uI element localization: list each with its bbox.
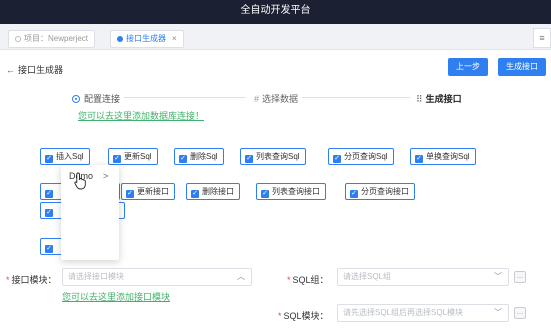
step-generate-api: ⠿ 生成接口	[416, 92, 462, 105]
back-link[interactable]: ← 接口生成器	[6, 63, 63, 76]
checkbox-checked-icon: ✓	[350, 190, 358, 198]
sql-module-select[interactable]: 请先选择SQL组后再选择SQL模块 ﹀	[337, 304, 509, 322]
sql-list-query-checkbox[interactable]: ✓ 列表查询Sql	[240, 148, 306, 165]
prev-step-button[interactable]: 上一步	[448, 58, 488, 76]
api-module-select[interactable]: 请选择接口模块 ︿	[62, 268, 252, 286]
sql-page-query-label: 分页查询Sql	[344, 152, 388, 161]
sql-module-label: * SQL模块：	[278, 309, 329, 322]
sql-group-add-button[interactable]: …	[514, 271, 526, 283]
tab-api-generator[interactable]: 接口生成器 ×	[110, 30, 184, 48]
api-delete-checkbox[interactable]: ✓ 删除接口	[186, 183, 240, 200]
window-title: 全自动开发平台	[240, 5, 311, 16]
step-2-label: 选择数据	[262, 94, 299, 104]
checkbox-checked-icon: ✓	[45, 155, 53, 163]
window-title-bar: 全自动开发平台	[0, 0, 551, 24]
tab-active-dot-icon	[117, 35, 123, 42]
sql-single-query-checkbox[interactable]: ✓ 单换查询Sql	[410, 148, 476, 165]
sql-insert-checkbox[interactable]: ✓ 插入Sql	[40, 148, 90, 165]
required-asterisk: *	[278, 311, 282, 321]
api-module-label-text: 接口模块：	[11, 275, 57, 285]
sql-delete-label: 删除Sql	[190, 152, 218, 161]
api-list-query-label: 列表查询接口	[272, 187, 320, 196]
tab-bar: 项目：Newperject 接口生成器 × ≡	[0, 24, 551, 50]
checkbox-checked-icon: ✓	[113, 155, 121, 163]
add-api-module-link[interactable]: 您可以去这里添加接口模块	[62, 290, 170, 303]
chevron-up-icon: ︿	[237, 272, 245, 281]
chevron-down-icon: ﹀	[494, 272, 502, 281]
api-module-placeholder: 请选择接口模块	[68, 272, 124, 281]
api-page-query-label: 分页查询接口	[361, 187, 409, 196]
checkbox-checked-icon: ✓	[126, 190, 134, 198]
step-1-label: 配置连接	[84, 94, 121, 104]
api-page-query-checkbox[interactable]: ✓ 分页查询接口	[345, 183, 415, 200]
tab-api-generator-label: 接口生成器	[126, 34, 166, 43]
step-config-connection: 配置连接	[72, 92, 120, 105]
api-list-query-checkbox[interactable]: ✓ 列表查询接口	[256, 183, 326, 200]
checkbox-checked-icon: ✓	[179, 155, 187, 163]
required-asterisk: *	[6, 275, 10, 285]
sql-single-query-label: 单换查询Sql	[426, 152, 470, 161]
api-module-label: * 接口模块：	[6, 273, 57, 286]
sql-group-select[interactable]: 请选择SQL组 ﹀	[337, 268, 509, 286]
tab-menu-button[interactable]: ≡	[533, 28, 551, 48]
module-dropdown-menu: Demo >	[61, 165, 119, 260]
sql-module-placeholder: 请先选择SQL组后再选择SQL模块	[343, 308, 464, 317]
grid-icon: ⠿	[416, 94, 423, 104]
sql-update-checkbox[interactable]: ✓ 更新Sql	[108, 148, 158, 165]
sql-module-label-text: SQL模块：	[283, 311, 329, 321]
checkbox-checked-icon: ✓	[45, 209, 53, 217]
hash-icon: #	[254, 94, 260, 104]
arrow-left-icon: ←	[6, 65, 15, 75]
checkbox-checked-icon: ✓	[245, 155, 253, 163]
checkbox-checked-icon: ✓	[261, 190, 269, 198]
checkbox-checked-icon: ✓	[45, 245, 53, 253]
required-asterisk: *	[287, 275, 291, 285]
checkbox-checked-icon: ✓	[415, 155, 423, 163]
api-update-checkbox[interactable]: ✓ 更新接口	[121, 183, 175, 200]
sql-list-query-label: 列表查询Sql	[256, 152, 300, 161]
api-update-label: 更新接口	[137, 187, 169, 196]
chevron-down-icon: ﹀	[494, 308, 502, 317]
api-delete-label: 删除接口	[202, 187, 234, 196]
sql-group-label: * SQL组：	[287, 273, 329, 286]
step-active-radio-icon	[72, 95, 80, 103]
tab-project-label: 项目：Newperject	[24, 34, 89, 43]
tab-status-dot-icon	[15, 35, 21, 42]
hand-cursor-icon	[74, 172, 86, 190]
sql-insert-label: 插入Sql	[56, 152, 84, 161]
tab-project[interactable]: 项目：Newperject	[8, 30, 96, 48]
sql-group-label-text: SQL组：	[292, 275, 329, 285]
step-divider	[124, 97, 246, 98]
checkbox-checked-icon: ✓	[191, 190, 199, 198]
step-select-data: # 选择数据	[254, 92, 298, 105]
step-divider	[302, 97, 410, 98]
checkbox-checked-icon: ✓	[45, 190, 53, 198]
checkbox-checked-icon: ✓	[333, 155, 341, 163]
step-indicator: 配置连接 # 选择数据 ⠿ 生成接口	[0, 92, 551, 108]
sql-module-add-button[interactable]: …	[514, 307, 526, 319]
sql-update-label: 更新Sql	[124, 152, 152, 161]
add-db-connection-link[interactable]: 您可以去这里添加数据库连接！	[78, 109, 204, 122]
sql-page-query-checkbox[interactable]: ✓ 分页查询Sql	[328, 148, 394, 165]
generate-api-button[interactable]: 生成接口	[498, 58, 546, 76]
close-icon[interactable]: ×	[172, 34, 177, 43]
sql-group-placeholder: 请选择SQL组	[343, 272, 392, 281]
sql-delete-checkbox[interactable]: ✓ 删除Sql	[174, 148, 224, 165]
step-3-label: 生成接口	[425, 94, 462, 104]
page-title: 接口生成器	[18, 65, 64, 75]
chevron-right-icon: >	[103, 171, 109, 181]
